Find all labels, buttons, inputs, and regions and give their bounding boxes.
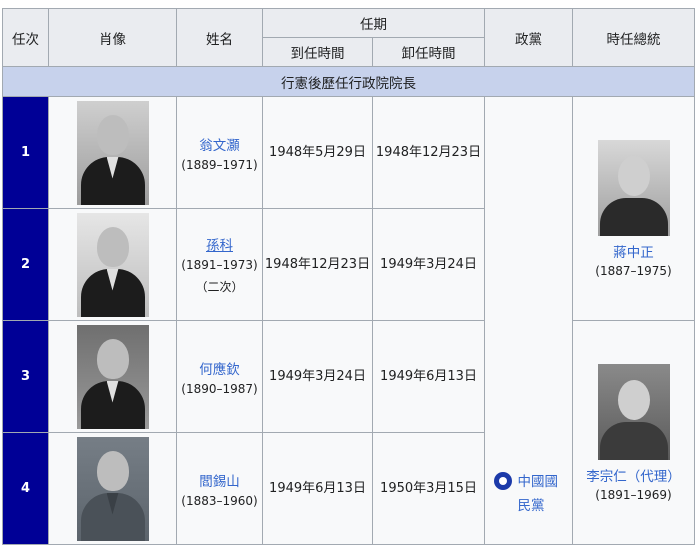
header-start: 到任時間 (262, 37, 373, 67)
header-tenure: 任期 (262, 8, 485, 38)
start-date: 1949年3月24日 (262, 320, 373, 433)
premier-note: （二次） (195, 280, 244, 294)
party-name[interactable]: 中國國民黨 (518, 470, 564, 518)
president-cell: 蔣中正 (1887–1975) (572, 96, 695, 321)
portrait-image[interactable] (76, 436, 149, 541)
term-number: 4 (2, 432, 49, 545)
party-emblem-icon (493, 472, 512, 490)
premier-name-link[interactable]: 何應欽 (177, 358, 262, 378)
portrait-image[interactable] (76, 212, 149, 317)
president-years: (1887–1975) (595, 263, 672, 278)
president-cell: 李宗仁（代理） (1891–1969) (572, 320, 695, 545)
term-number: 2 (2, 208, 49, 321)
term-number: 3 (2, 320, 49, 433)
table-row: 3 何應欽 (1890–1987) 1949年3月24日 1949年6月13日 … (2, 320, 695, 545)
header-party: 政黨 (484, 8, 573, 67)
premier-years: (1883–1960) (181, 493, 258, 508)
name-cell: 何應欽 (1890–1987) (176, 320, 263, 433)
table-row: 1 翁文灝 (1889–1971) 1948年5月29日 1948年12月23日… (2, 96, 695, 545)
premier-years: (1889–1971) (181, 157, 258, 172)
premier-table: 任次 肖像 姓名 任期 政黨 時任總統 到任時間 卸任時間 行憲後歷任行政院院長… (2, 8, 695, 545)
name-cell: 閻錫山 (1883–1960) (176, 432, 263, 545)
start-date: 1949年6月13日 (262, 432, 373, 545)
portrait-cell (48, 432, 177, 545)
premier-years: (1890–1987) (181, 381, 258, 396)
portrait-image[interactable] (76, 100, 149, 205)
premier-name-link[interactable]: 閻錫山 (177, 470, 262, 490)
header-president: 時任總統 (572, 8, 695, 67)
portrait-cell (48, 96, 177, 209)
start-date: 1948年5月29日 (262, 96, 373, 209)
header-portrait: 肖像 (48, 8, 177, 67)
portrait-cell (48, 320, 177, 433)
name-cell: 孫科 (1891–1973) （二次） (176, 208, 263, 321)
premier-name-link[interactable]: 翁文灝 (177, 134, 262, 154)
president-years: (1891–1969) (595, 487, 672, 502)
president-name-link[interactable]: 李宗仁（代理） (573, 466, 694, 488)
start-date: 1948年12月23日 (262, 208, 373, 321)
president-name-link[interactable]: 蔣中正 (573, 242, 694, 264)
header-term: 任次 (2, 8, 49, 67)
end-date: 1949年6月13日 (372, 320, 485, 433)
term-number: 1 (2, 96, 49, 209)
president-portrait[interactable] (597, 363, 670, 460)
party-link[interactable]: 中國國民黨 (493, 470, 564, 544)
premier-years: (1891–1973) (181, 258, 258, 272)
end-date: 1950年3月15日 (372, 432, 485, 545)
portrait-image[interactable] (76, 324, 149, 429)
party-cell: 中國國民黨 (484, 96, 573, 545)
end-date: 1949年3月24日 (372, 208, 485, 321)
header-name: 姓名 (176, 8, 263, 67)
name-cell: 翁文灝 (1889–1971) (176, 96, 263, 209)
president-portrait[interactable] (597, 139, 670, 236)
end-date: 1948年12月23日 (372, 96, 485, 209)
premier-name-link[interactable]: 孫科 (177, 234, 262, 254)
portrait-cell (48, 208, 177, 321)
section-title: 行憲後歷任行政院院長 (2, 66, 695, 97)
header-end: 卸任時間 (372, 37, 485, 67)
